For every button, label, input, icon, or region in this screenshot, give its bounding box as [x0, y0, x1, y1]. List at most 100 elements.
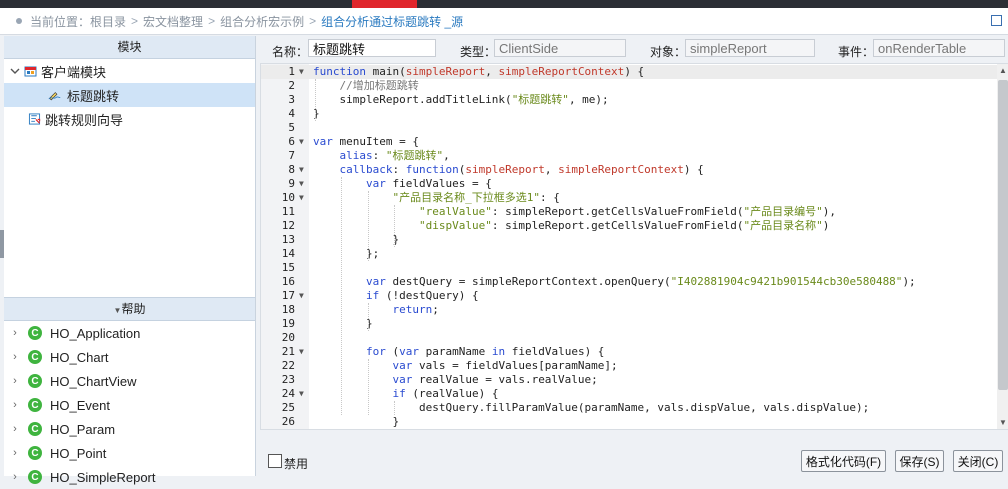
vertical-scrollbar[interactable]: ▲ ▼: [997, 64, 1008, 429]
fold-toggle-icon[interactable]: ▼: [299, 191, 304, 205]
app-menubar: [0, 0, 1008, 8]
help-item-ho-chart[interactable]: › C HO_Chart: [4, 345, 255, 369]
tree-node-client-module[interactable]: 客户端模块: [4, 59, 255, 83]
code-line[interactable]: 20: [261, 331, 1001, 345]
scroll-up-icon[interactable]: ▲: [998, 66, 1008, 75]
disable-checkbox[interactable]: [268, 454, 282, 468]
help-list: › C HO_Application › C HO_Chart › C HO_C…: [4, 321, 255, 489]
help-item-ho-chartview[interactable]: › C HO_ChartView: [4, 369, 255, 393]
code-line[interactable]: 19 }: [261, 317, 1001, 331]
code-line[interactable]: 13 }: [261, 233, 1001, 247]
fold-toggle-icon[interactable]: ▼: [299, 163, 304, 177]
line-number: 22: [281, 359, 295, 372]
line-number: 3: [288, 93, 295, 106]
chevron-right-icon[interactable]: ›: [6, 399, 24, 411]
location-dot-icon: [16, 18, 22, 24]
scrollbar-thumb[interactable]: [998, 80, 1008, 390]
class-c-icon: C: [28, 446, 42, 460]
code-line[interactable]: 14 };: [261, 247, 1001, 261]
class-c-icon: C: [28, 374, 42, 388]
module-icon: [24, 66, 37, 77]
type-field: [494, 39, 626, 57]
code-line[interactable]: 1 ▼ function main(simpleReport, simpleRepo…: [261, 65, 1001, 79]
fold-toggle-icon[interactable]: ▼: [299, 387, 304, 401]
chevron-right-icon[interactable]: ›: [6, 375, 24, 387]
tree-node-label: 客户端模块: [41, 64, 107, 80]
maximize-icon[interactable]: [991, 15, 1002, 26]
code-line[interactable]: 12 "dispValue": simpleReport.getCellsVal…: [261, 219, 1001, 233]
fold-toggle-icon[interactable]: ▼: [299, 177, 304, 191]
fold-toggle-icon[interactable]: ▼: [299, 65, 304, 79]
code-line[interactable]: 15: [261, 261, 1001, 275]
code-line[interactable]: 5: [261, 121, 1001, 135]
event-field: [873, 39, 1005, 57]
line-number: 8: [288, 163, 295, 176]
help-item-ho-point[interactable]: › C HO_Point: [4, 441, 255, 465]
indent-guide: [367, 191, 369, 261]
line-number: 21: [281, 345, 295, 358]
indent-guide: [394, 401, 396, 415]
chevron-right-icon[interactable]: ›: [6, 471, 24, 483]
indent-guide: [367, 303, 369, 331]
code-line[interactable]: 3 simpleReport.addTitleLink("标题跳转", me);: [261, 93, 1001, 107]
save-button[interactable]: 保存(S): [895, 450, 944, 472]
help-item-ho-event[interactable]: › C HO_Event: [4, 393, 255, 417]
format-code-button[interactable]: 格式化代码(F): [801, 450, 886, 472]
editor-footer: 禁用 格式化代码(F) 保存(S) 关闭(C): [256, 446, 1008, 476]
code-editor[interactable]: 1 ▼ function main(simpleReport, simpleRepo…: [260, 63, 1008, 430]
code-text: };: [313, 247, 380, 260]
line-number: 17: [281, 289, 295, 302]
help-item-ho-param[interactable]: › C HO_Param: [4, 417, 255, 441]
tree-node-title-jump[interactable]: 标题跳转: [4, 83, 255, 107]
code-line[interactable]: 16 var destQuery = simpleReportContext.o…: [261, 275, 1001, 289]
chevron-right-icon[interactable]: ›: [6, 327, 24, 339]
object-label: 对象：: [650, 45, 687, 59]
breadcrumb: 当前位置： 根目录 > 宏文档整理 > 组合分析宏示例 > 组合分析通过标题跳转…: [0, 8, 1008, 35]
code-line[interactable]: 22 var vals = fieldValues[paramName];: [261, 359, 1001, 373]
code-line[interactable]: 18 return;: [261, 303, 1001, 317]
code-line[interactable]: 21 ▼ for (var paramName in fieldValues) {: [261, 345, 1001, 359]
help-item-ho-simplereport[interactable]: › C HO_SimpleReport: [4, 465, 255, 489]
left-panel: 模块 客户端模块 标题跳转 跳转规则向导 ▼帮助 › C HO_Applicat…: [4, 36, 256, 485]
code-line[interactable]: 4}: [261, 107, 1001, 121]
code-line[interactable]: 7 alias: "标题跳转",: [261, 149, 1001, 163]
breadcrumb-folder[interactable]: 宏文档整理: [143, 13, 203, 30]
code-text: var fieldValues = {: [365, 177, 492, 190]
code-text: if (!destQuery) {: [365, 289, 479, 302]
help-item-label: HO_Chart: [50, 349, 109, 365]
breadcrumb-root[interactable]: 根目录: [90, 13, 126, 30]
close-button[interactable]: 关闭(C): [953, 450, 1003, 472]
chevron-right-icon[interactable]: ›: [6, 423, 24, 435]
class-c-icon: C: [28, 470, 42, 484]
code-line[interactable]: 2 //增加标题跳转: [261, 79, 1001, 93]
code-line[interactable]: 11 "realValue": simpleReport.getCellsVal…: [261, 205, 1001, 219]
chevron-right-icon[interactable]: ›: [6, 447, 24, 459]
chevron-right-icon[interactable]: ›: [6, 351, 24, 363]
code-line[interactable]: 6 ▼ var menuItem = {: [261, 135, 1001, 149]
code-line[interactable]: 10 ▼ "产品目录名称_下拉框多选1": {: [261, 191, 1001, 205]
help-item-ho-application[interactable]: › C HO_Application: [4, 321, 255, 345]
fold-toggle-icon[interactable]: ▼: [299, 345, 304, 359]
scroll-down-icon[interactable]: ▼: [998, 418, 1008, 427]
code-line[interactable]: 17 ▼ if (!destQuery) {: [261, 289, 1001, 303]
indent-guide: [315, 79, 316, 121]
module-tree: 客户端模块 标题跳转 跳转规则向导: [4, 59, 255, 297]
code-line[interactable]: 26 }: [261, 415, 1001, 429]
code-text: var destQuery = simpleReportContext.open…: [365, 275, 916, 288]
breadcrumb-subfolder[interactable]: 组合分析宏示例: [220, 13, 304, 30]
chevron-down-icon[interactable]: [10, 66, 20, 76]
line-number: 14: [281, 247, 295, 260]
line-number: 25: [281, 401, 295, 414]
code-line[interactable]: 25 destQuery.fillParamValue(paramName, v…: [261, 401, 1001, 415]
code-line[interactable]: 24 ▼ if (realValue) {: [261, 387, 1001, 401]
code-line[interactable]: 8 ▼ callback: function(simpleReport, simp…: [261, 163, 1001, 177]
code-line[interactable]: 23 var realValue = vals.realValue;: [261, 373, 1001, 387]
fold-toggle-icon[interactable]: ▼: [299, 289, 304, 303]
code-line[interactable]: 9 ▼ var fieldValues = {: [261, 177, 1001, 191]
name-field[interactable]: [308, 39, 436, 57]
help-panel-header[interactable]: ▼帮助: [4, 297, 255, 321]
tree-node-jump-rule-wizard[interactable]: 跳转规则向导: [4, 107, 255, 131]
fold-toggle-icon[interactable]: ▼: [299, 135, 304, 149]
macro-properties-bar: 名称： 类型： 对象： 事件：: [256, 36, 1008, 63]
line-number: 16: [281, 275, 295, 288]
